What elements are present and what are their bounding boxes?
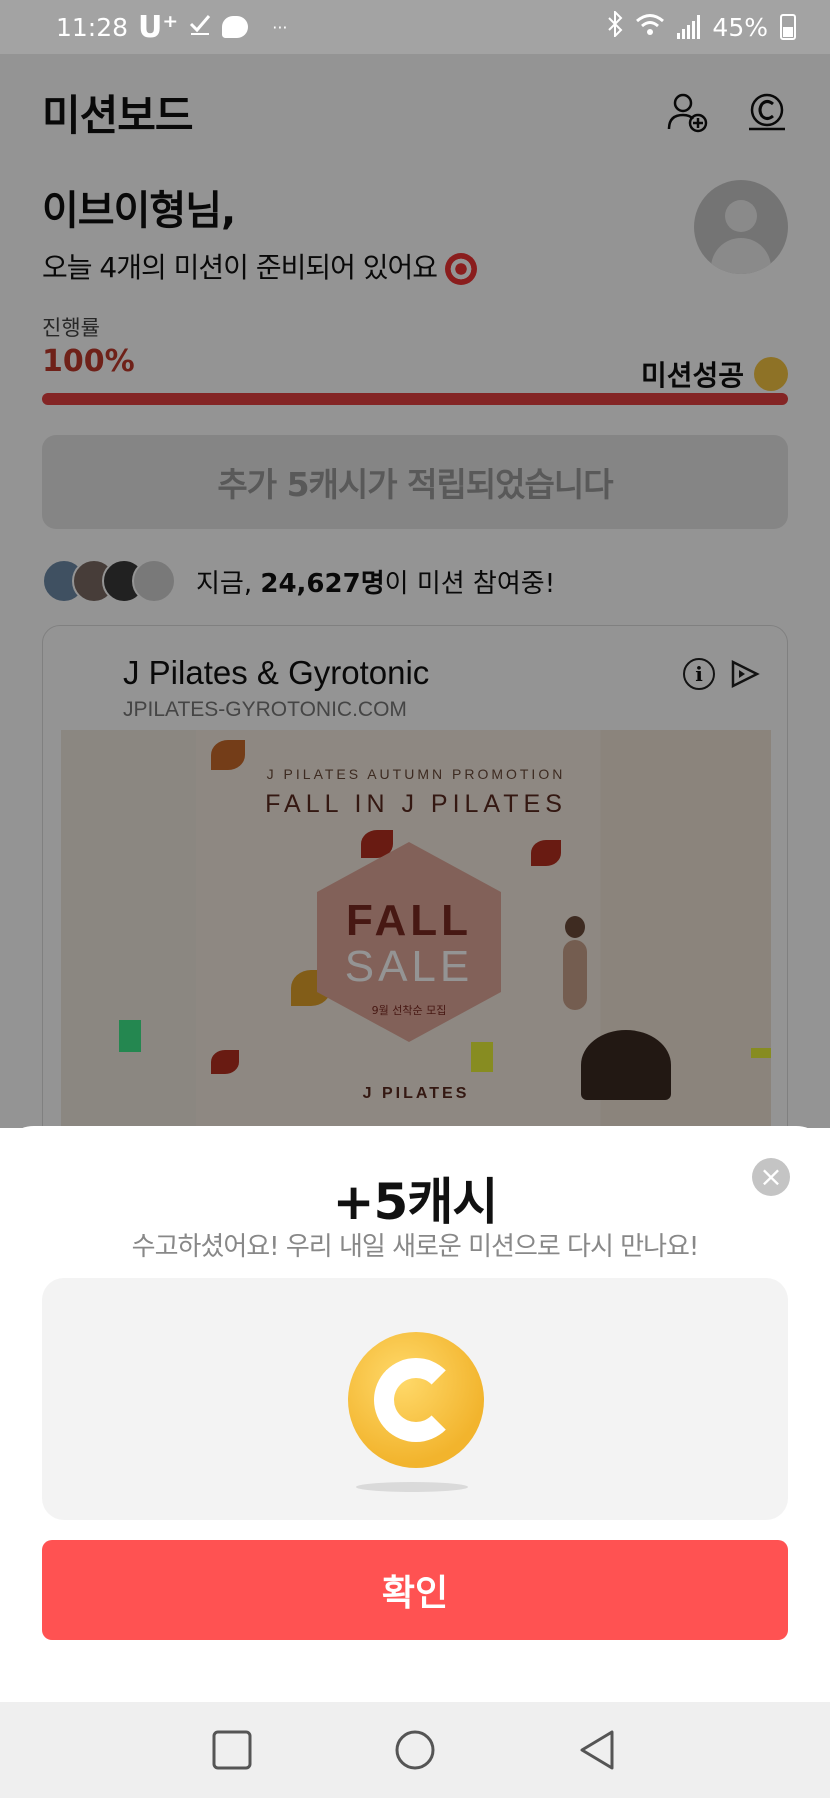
coin-card xyxy=(42,1278,788,1520)
confirm-button[interactable]: 확인 xyxy=(42,1540,788,1640)
signal-icon xyxy=(677,15,701,39)
wifi-icon xyxy=(635,12,665,42)
reward-modal: × +5캐시 수고하셨어요! 우리 내일 새로운 미션으로 다시 만나요! 확인 xyxy=(0,1126,830,1702)
coin-shadow xyxy=(356,1482,468,1492)
carrier-label: U⁺ xyxy=(138,9,179,45)
check-icon xyxy=(188,12,212,42)
battery-percent: 45% xyxy=(712,12,768,42)
home-icon[interactable] xyxy=(393,1728,437,1772)
back-icon[interactable] xyxy=(576,1728,620,1772)
recent-apps-icon[interactable] xyxy=(210,1728,254,1772)
system-nav-bar xyxy=(0,1702,830,1798)
cash-coin-icon xyxy=(348,1332,484,1468)
status-bar: 11:28 U⁺ ··· 45% xyxy=(0,0,830,54)
battery-icon xyxy=(780,14,796,40)
reward-message: 수고하셨어요! 우리 내일 새로운 미션으로 다시 만나요! xyxy=(131,1232,700,1262)
modal-backdrop[interactable] xyxy=(0,54,830,1128)
chat-icon xyxy=(222,16,249,38)
bluetooth-icon xyxy=(607,9,623,43)
status-time: 11:28 xyxy=(56,12,129,42)
overflow-indicator: ··· xyxy=(272,17,288,37)
reward-title: +5캐시 xyxy=(332,1173,499,1231)
